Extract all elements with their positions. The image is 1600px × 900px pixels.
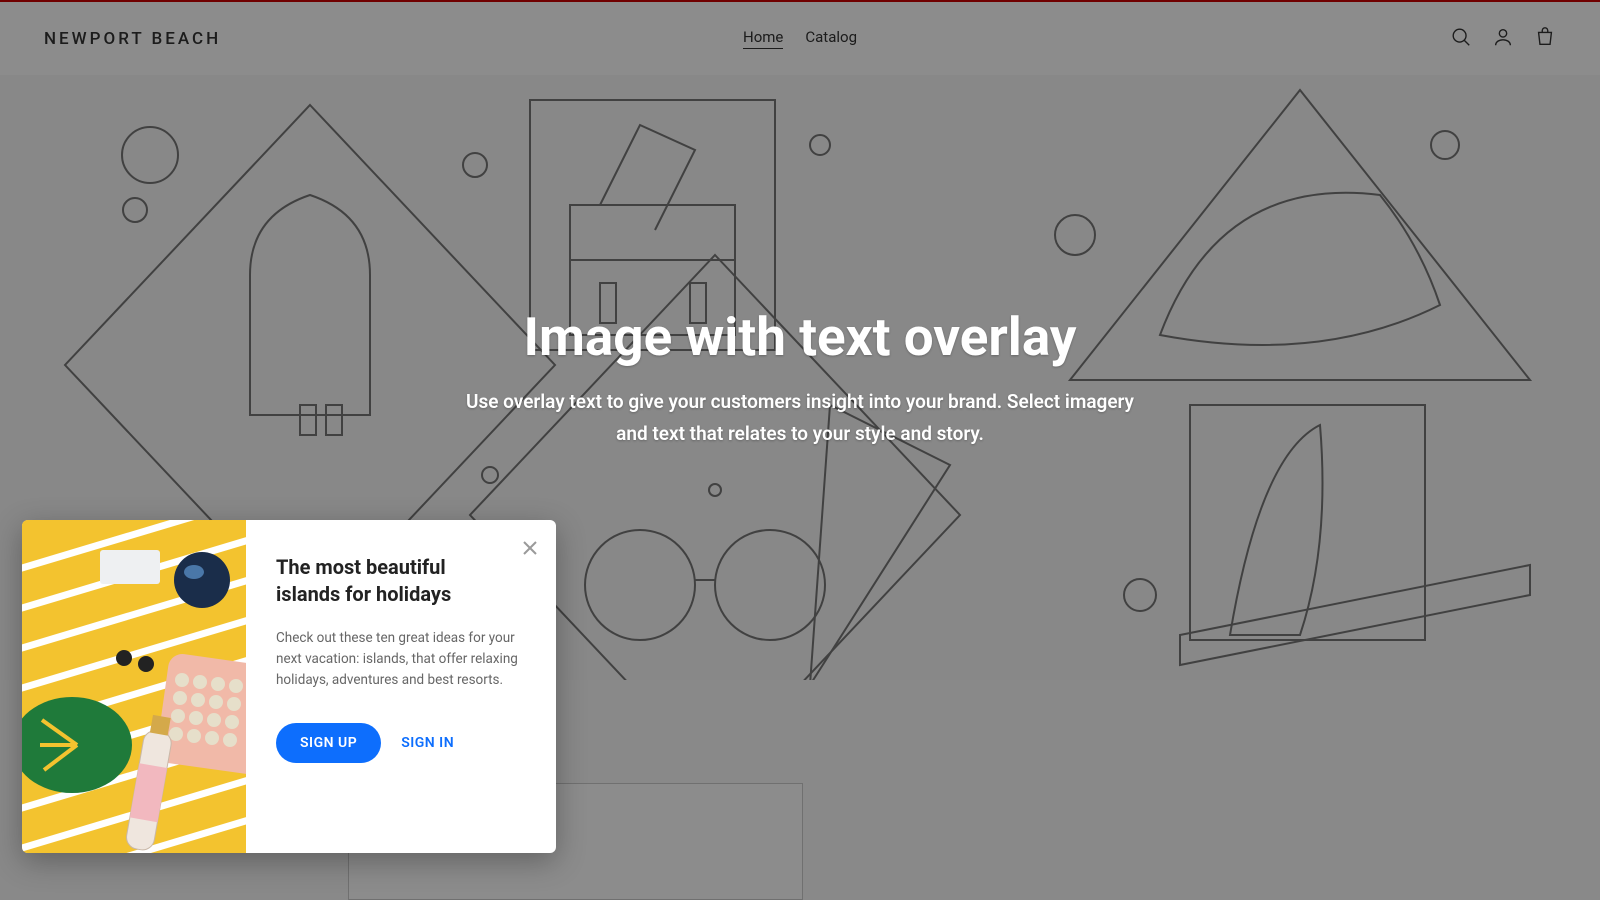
signup-popup: The most beautiful islands for holidays … xyxy=(22,520,556,853)
popup-title: The most beautiful islands for holidays xyxy=(276,554,528,608)
hero-subtitle: Use overlay text to give your customers … xyxy=(460,386,1140,449)
popup-body: The most beautiful islands for holidays … xyxy=(246,520,556,853)
close-icon[interactable] xyxy=(520,538,540,558)
popup-image xyxy=(22,520,246,853)
popup-actions: SIGN UP SIGN IN xyxy=(276,723,528,763)
signup-button[interactable]: SIGN UP xyxy=(276,723,381,763)
popup-description: Check out these ten great ideas for your… xyxy=(276,628,528,691)
hero-title: Image with text overlay xyxy=(524,306,1077,368)
signin-button[interactable]: SIGN IN xyxy=(401,735,454,751)
